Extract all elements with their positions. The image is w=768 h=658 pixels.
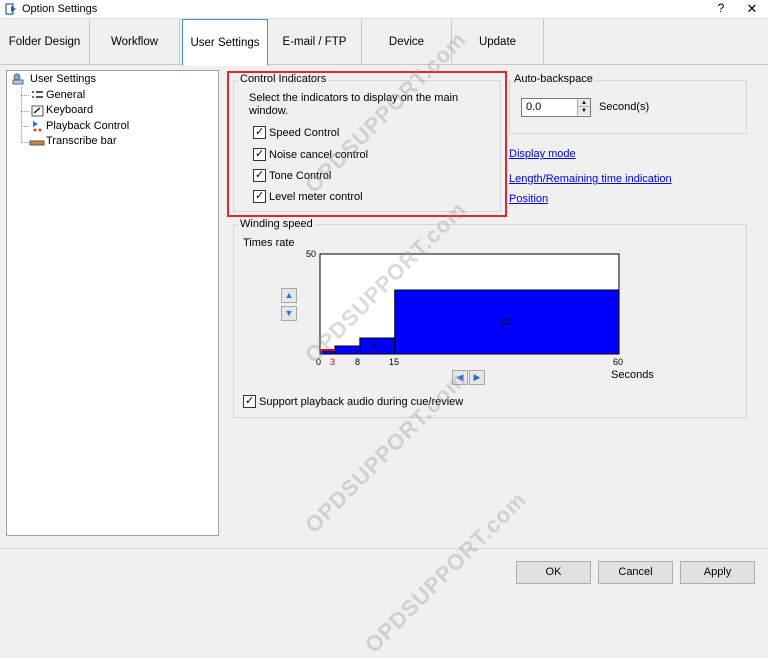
- playback-control-icon: [33, 121, 42, 132]
- window-title: Option Settings: [22, 3, 98, 15]
- general-icon: [32, 91, 43, 98]
- ok-button[interactable]: OK: [516, 561, 591, 584]
- tree-connector: [21, 142, 29, 143]
- speed-step-bar[interactable]: [359, 337, 396, 355]
- title-bar: Option Settings ? ✕: [0, 0, 768, 19]
- arrow-down-icon: ▼: [284, 308, 294, 318]
- length-remaining-link[interactable]: Length/Remaining time indication: [509, 173, 672, 185]
- app-icon: [5, 3, 16, 15]
- close-button[interactable]: ✕: [742, 1, 762, 17]
- transcribe-bar-icon: [29, 140, 45, 146]
- apply-button[interactable]: Apply: [680, 561, 755, 584]
- arrow-right-icon: ▶: [473, 372, 481, 382]
- tree-connector: [21, 126, 29, 127]
- tab-user-settings[interactable]: User Settings: [182, 19, 268, 66]
- auto-backspace-value[interactable]: 0.0: [526, 101, 541, 113]
- tab-bar: Folder Design Workflow User Settings E-m…: [0, 19, 768, 66]
- x-tick-label: 8: [355, 357, 361, 367]
- seconds-label: Seconds: [611, 369, 654, 381]
- tree-item-general[interactable]: General: [46, 88, 85, 103]
- display-mode-link[interactable]: Display mode: [509, 148, 576, 160]
- winding-speed-title: Winding speed: [238, 218, 315, 230]
- time-right-button[interactable]: ▶: [469, 370, 485, 385]
- rate-down-button[interactable]: ▼: [281, 306, 297, 321]
- divider: [0, 548, 768, 549]
- keyboard-icon: [31, 105, 44, 117]
- spin-down-icon[interactable]: ▼: [578, 107, 590, 115]
- auto-backspace-unit: Second(s): [599, 101, 650, 113]
- tree-item-transcribe-bar[interactable]: Transcribe bar: [46, 134, 117, 149]
- x-tick-label: 60: [613, 357, 624, 367]
- checkmark-icon: ✓: [245, 395, 255, 407]
- watermark: OPDSUPPORT.com: [360, 486, 532, 658]
- tree-item-user-settings[interactable]: User Settings: [30, 72, 96, 87]
- cancel-button[interactable]: Cancel: [598, 561, 673, 584]
- spinner-buttons: ▲ ▼: [577, 99, 590, 116]
- position-link[interactable]: Position: [509, 193, 548, 205]
- arrow-up-icon: ▲: [284, 290, 294, 300]
- tab-folder-design[interactable]: Folder Design: [0, 19, 90, 65]
- times-rate-label: Times rate: [243, 237, 295, 249]
- tab-workflow[interactable]: Workflow: [90, 19, 180, 65]
- x-tick-label: 3: [330, 357, 336, 367]
- auto-backspace-spinner[interactable]: 0.0 ▲ ▼: [521, 98, 591, 117]
- tree-connector: [21, 111, 29, 112]
- settings-tree: User Settings General Keyboard Playback …: [6, 70, 219, 536]
- checkbox-box[interactable]: ✓: [243, 395, 256, 408]
- rate-up-button[interactable]: ▲: [281, 288, 297, 303]
- tree-item-keyboard[interactable]: Keyboard: [46, 103, 93, 118]
- help-button[interactable]: ?: [711, 1, 731, 17]
- spin-up-icon[interactable]: ▲: [578, 99, 590, 107]
- user-settings-icon: [12, 73, 24, 85]
- tree-connector: [21, 95, 29, 96]
- tab-email-ftp[interactable]: E-mail / FTP: [268, 19, 362, 65]
- auto-backspace-title: Auto-backspace: [512, 73, 595, 85]
- x-tick-label: 15: [389, 357, 400, 367]
- tree-item-playback-control[interactable]: Playback Control: [46, 119, 129, 134]
- step-value-label: 32: [500, 317, 511, 327]
- step-value-label: 8: [372, 341, 378, 351]
